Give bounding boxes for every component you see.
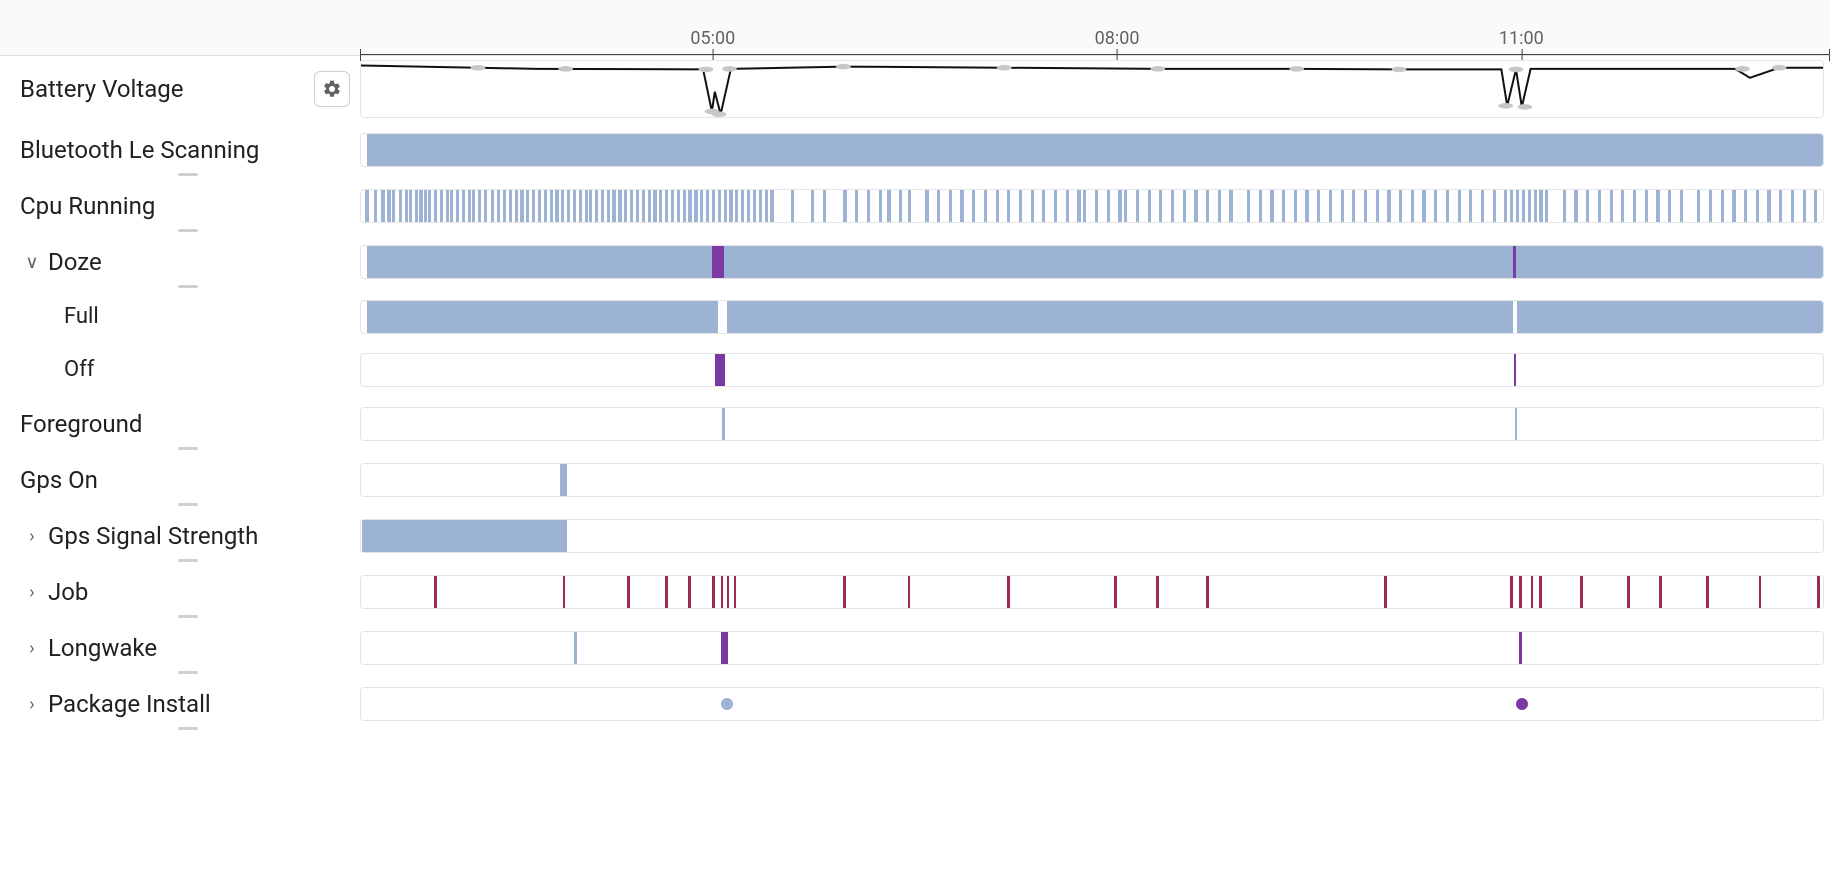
drag-handle-icon[interactable] bbox=[178, 229, 198, 232]
row-label-longwake: Longwake bbox=[48, 634, 157, 662]
drag-handle-icon[interactable] bbox=[178, 671, 198, 674]
drag-handle-icon[interactable] bbox=[178, 173, 198, 176]
row-label-doze-full: Full bbox=[64, 304, 99, 329]
row-label-cpu: Cpu Running bbox=[20, 192, 155, 220]
track-doze-full[interactable] bbox=[360, 300, 1824, 334]
time-tick: 08:00 bbox=[1095, 28, 1140, 55]
drag-handle-icon[interactable] bbox=[178, 285, 198, 288]
chevron-right-icon[interactable]: › bbox=[16, 694, 48, 715]
row-foreground[interactable]: Foreground bbox=[0, 396, 1830, 452]
row-ble-scanning[interactable]: Bluetooth Le Scanning bbox=[0, 122, 1830, 178]
drag-handle-icon[interactable] bbox=[178, 559, 198, 562]
row-label-battery-voltage: Battery Voltage bbox=[20, 75, 183, 103]
row-doze[interactable]: ∨Doze bbox=[0, 234, 1830, 290]
drag-handle-icon[interactable] bbox=[178, 447, 198, 450]
gear-icon[interactable] bbox=[314, 71, 350, 107]
track-doze-off[interactable] bbox=[360, 353, 1824, 387]
row-battery-voltage[interactable]: Battery Voltage bbox=[0, 56, 1830, 122]
row-doze-off[interactable]: Off bbox=[0, 343, 1830, 396]
row-gps-signal[interactable]: ›Gps Signal Strength bbox=[0, 508, 1830, 564]
row-doze-full[interactable]: Full bbox=[0, 290, 1830, 343]
drag-handle-icon[interactable] bbox=[178, 615, 198, 618]
row-longwake[interactable]: ›Longwake bbox=[0, 620, 1830, 676]
track-package-install[interactable] bbox=[360, 687, 1824, 721]
track-doze[interactable] bbox=[360, 245, 1824, 279]
track-gps-on[interactable] bbox=[360, 463, 1824, 497]
track-longwake[interactable] bbox=[360, 631, 1824, 665]
chevron-right-icon[interactable]: › bbox=[16, 526, 48, 547]
row-label-foreground: Foreground bbox=[20, 410, 142, 438]
row-label-doze-off: Off bbox=[64, 357, 94, 382]
track-battery-voltage[interactable] bbox=[360, 60, 1824, 118]
row-label-gps-signal: Gps Signal Strength bbox=[48, 522, 258, 550]
time-tick: 05:00 bbox=[690, 28, 735, 55]
row-cpu-running[interactable]: Cpu Running bbox=[0, 178, 1830, 234]
row-label-job: Job bbox=[48, 578, 88, 606]
track-gps-signal[interactable] bbox=[360, 519, 1824, 553]
track-foreground[interactable] bbox=[360, 407, 1824, 441]
chevron-down-icon[interactable]: ∨ bbox=[16, 252, 48, 273]
row-job[interactable]: ›Job bbox=[0, 564, 1830, 620]
track-cpu-running[interactable] bbox=[360, 189, 1824, 223]
row-label-package-install: Package Install bbox=[48, 690, 211, 718]
row-label-doze: Doze bbox=[48, 248, 102, 276]
track-ble-scanning[interactable] bbox=[360, 133, 1824, 167]
chevron-right-icon[interactable]: › bbox=[16, 638, 48, 659]
drag-handle-icon[interactable] bbox=[178, 727, 198, 730]
time-tick: 11:00 bbox=[1499, 28, 1544, 55]
row-label-gps-on: Gps On bbox=[20, 466, 98, 494]
row-gps-on[interactable]: Gps On bbox=[0, 452, 1830, 508]
chevron-right-icon[interactable]: › bbox=[16, 582, 48, 603]
drag-handle-icon[interactable] bbox=[178, 503, 198, 506]
row-label-ble: Bluetooth Le Scanning bbox=[20, 136, 259, 164]
track-job[interactable] bbox=[360, 575, 1824, 609]
timeline-ruler[interactable]: 05:00 08:00 11:00 bbox=[0, 0, 1830, 56]
row-package-install[interactable]: ›Package Install bbox=[0, 676, 1830, 732]
